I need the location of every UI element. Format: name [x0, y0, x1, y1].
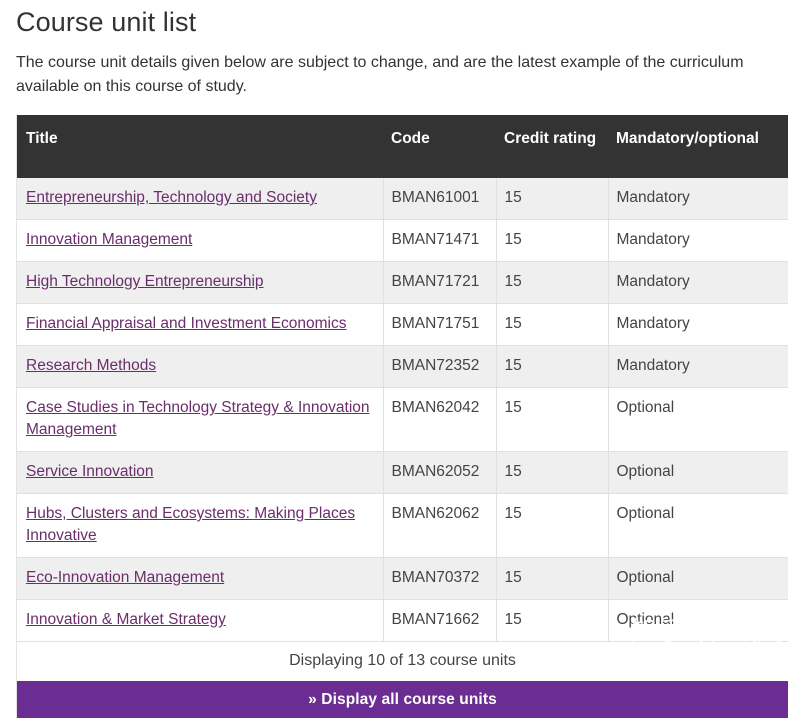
cell-title: Service Innovation — [17, 451, 384, 494]
course-unit-link[interactable]: Hubs, Clusters and Ecosystems: Making Pl… — [26, 505, 355, 544]
cell-code: BMAN62042 — [383, 387, 497, 452]
cell-title: Innovation & Market Strategy — [17, 599, 384, 642]
table-row: Service Innovation BMAN62052 15 Optional — [17, 451, 788, 494]
table-row: Innovation & Market Strategy BMAN71662 15 O… — [17, 599, 788, 642]
table-footer-row: Displaying 10 of 13 course units — [17, 641, 788, 681]
cell-title: Case Studies in Technology Strategy & In… — [17, 387, 384, 452]
cell-code: BMAN71751 — [383, 303, 497, 346]
intro-paragraph: The course unit details given below are … — [16, 54, 744, 95]
cell-credit-rating: 15 — [496, 303, 609, 346]
course-unit-link[interactable]: High Technology Entrepreneurship — [26, 273, 264, 290]
cell-title: Innovation Management — [17, 219, 384, 262]
cell-title: Entrepreneurship, Technology and Society — [17, 178, 384, 220]
cell-mandatory-optional: Mandatory — [608, 345, 788, 388]
cell-credit-rating: 15 — [496, 599, 609, 642]
cell-mandatory-optional: Mandatory — [608, 303, 788, 346]
cell-title: Research Methods — [17, 345, 384, 388]
cell-code: BMAN71721 — [383, 261, 497, 304]
table-body: Entrepreneurship, Technology and Society… — [17, 178, 788, 642]
course-unit-link[interactable]: Case Studies in Technology Strategy & In… — [26, 399, 370, 438]
cell-code: BMAN61001 — [383, 178, 497, 220]
course-unit-link[interactable]: Entrepreneurship, Technology and Society — [26, 189, 317, 206]
cell-credit-rating: 15 — [496, 345, 609, 388]
course-unit-link[interactable]: Eco-Innovation Management — [26, 569, 224, 586]
course-table-container: Title Code Credit rating Mandatory/optio… — [16, 115, 788, 718]
cell-code: BMAN71471 — [383, 219, 497, 262]
display-all-course-units-bar[interactable]: » Display all course units — [17, 681, 788, 718]
table-row: Research Methods BMAN72352 15 Mandatory — [17, 345, 788, 388]
page-title: Course unit list — [16, 7, 197, 37]
course-unit-link[interactable]: Innovation & Market Strategy — [26, 611, 226, 628]
cell-title: Eco-Innovation Management — [17, 557, 384, 600]
cell-mandatory-optional: Mandatory — [608, 261, 788, 304]
table-row: Case Studies in Technology Strategy & In… — [17, 387, 788, 452]
cell-mandatory-optional: Mandatory — [608, 219, 788, 262]
cell-title: Financial Appraisal and Investment Econo… — [17, 303, 384, 346]
column-header-mandatory: Mandatory/optional — [608, 115, 788, 178]
column-header-credit: Credit rating — [496, 115, 608, 178]
table-row: Financial Appraisal and Investment Econo… — [17, 303, 788, 346]
cell-credit-rating: 15 — [496, 219, 609, 262]
cell-code: BMAN72352 — [383, 345, 497, 388]
table-footer: Displaying 10 of 13 course units — [17, 641, 788, 681]
cell-mandatory-optional: Optional — [608, 493, 788, 558]
table-row: Hubs, Clusters and Ecosystems: Making Pl… — [17, 493, 788, 558]
table-row: High Technology Entrepreneurship BMAN7172… — [17, 261, 788, 304]
cell-code: BMAN70372 — [383, 557, 497, 600]
cell-code: BMAN62052 — [383, 451, 497, 494]
cell-mandatory-optional: Optional — [608, 599, 788, 642]
table-row: Innovation Management BMAN71471 15 Mandator… — [17, 219, 788, 262]
cell-title: High Technology Entrepreneurship — [17, 261, 384, 304]
cell-title: Hubs, Clusters and Ecosystems: Making Pl… — [17, 493, 384, 558]
course-unit-list-page: Course unit list The course unit details… — [0, 0, 804, 718]
cell-credit-rating: 15 — [496, 451, 609, 494]
display-all-course-units-link[interactable]: » Display all course units — [308, 691, 497, 709]
cell-mandatory-optional: Optional — [608, 451, 788, 494]
course-unit-link[interactable]: Financial Appraisal and Investment Econo… — [26, 315, 347, 332]
cell-credit-rating: 15 — [496, 557, 609, 600]
cell-mandatory-optional: Optional — [608, 387, 788, 452]
table-row: Eco-Innovation Management BMAN70372 15 Opti… — [17, 557, 788, 600]
course-unit-link[interactable]: Research Methods — [26, 357, 156, 374]
cell-code: BMAN71662 — [383, 599, 497, 642]
cell-credit-rating: 15 — [496, 493, 609, 558]
course-unit-link[interactable]: Service Innovation — [26, 463, 154, 480]
cell-mandatory-optional: Mandatory — [608, 178, 788, 220]
cell-mandatory-optional: Optional — [608, 557, 788, 600]
course-unit-table: Title Code Credit rating Mandatory/optio… — [17, 115, 788, 681]
table-header-row: Title Code Credit rating Mandatory/optio… — [17, 115, 788, 178]
displaying-count-label: Displaying 10 of 13 course units — [17, 641, 788, 681]
cell-credit-rating: 15 — [496, 387, 609, 452]
column-header-code: Code — [383, 115, 496, 178]
cell-credit-rating: 15 — [496, 261, 609, 304]
table-header: Title Code Credit rating Mandatory/optio… — [17, 115, 788, 178]
table-row: Entrepreneurship, Technology and Society… — [17, 178, 788, 220]
cell-credit-rating: 15 — [496, 178, 609, 220]
column-header-title: Title — [17, 115, 383, 178]
cell-code: BMAN62062 — [383, 493, 497, 558]
course-unit-link[interactable]: Innovation Management — [26, 231, 192, 248]
